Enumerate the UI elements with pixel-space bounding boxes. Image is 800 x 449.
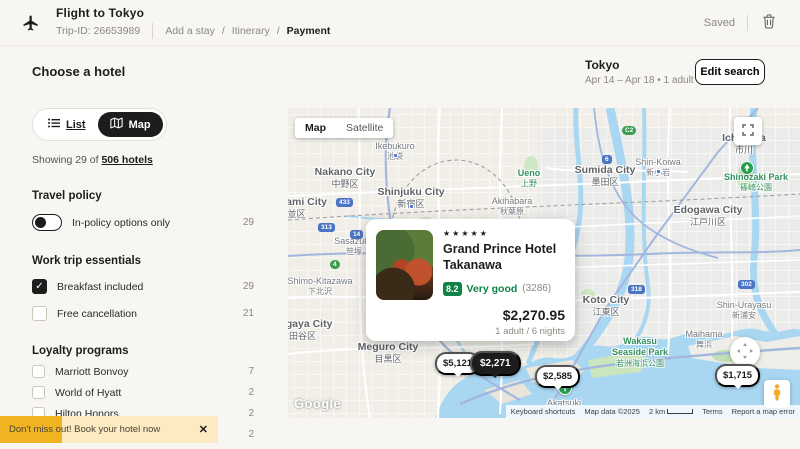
station-marker — [409, 204, 414, 209]
breadcrumb-separator: / — [222, 25, 225, 37]
google-logo: Google — [294, 396, 341, 411]
hotel-price: $2,270.95 — [495, 307, 565, 323]
breadcrumb-separator: / — [277, 25, 280, 37]
park-poi-icon[interactable] — [740, 161, 754, 175]
free-cancellation-checkbox[interactable] — [32, 306, 47, 321]
marriott-filter-row: Marriott Bonvoy 7 — [32, 365, 254, 378]
fullscreen-button[interactable] — [734, 117, 762, 145]
airplane-icon — [20, 12, 42, 34]
map-type-control: Map Satellite — [295, 118, 393, 138]
divider — [152, 23, 153, 39]
destination: Tokyo — [585, 58, 694, 72]
filters-sidebar: List Map Showing 29 of 506 hotels Travel… — [32, 108, 254, 449]
map-data-text: Map data ©2025 — [584, 407, 640, 416]
price-marker-2271-selected[interactable]: $2,271 — [470, 351, 521, 376]
list-icon — [48, 118, 60, 131]
app-window: Flight to Tokyo Trip-ID: 26653989 Add a … — [0, 0, 800, 449]
price-marker-1715[interactable]: $1,715 — [715, 364, 760, 387]
pan-arrows-icon — [736, 342, 754, 363]
in-policy-label: In-policy options only — [72, 217, 243, 229]
breadcrumb: Add a stay / Itinerary / Payment — [165, 25, 330, 37]
keyboard-shortcuts-link[interactable]: Keyboard shortcuts — [511, 407, 576, 416]
trash-icon — [762, 14, 776, 32]
hotel-card[interactable]: ★★★★★ Grand Prince Hotel Takanawa 8.2 Ve… — [366, 219, 575, 341]
map-view-button[interactable]: Map — [98, 112, 163, 137]
station-marker — [393, 153, 398, 158]
free-cancellation-label: Free cancellation — [57, 308, 243, 320]
map-scale: 2 km — [649, 407, 693, 416]
pan-control[interactable] — [730, 337, 760, 367]
dates-summary: Apr 14 – Apr 18 • 1 adult — [585, 75, 694, 86]
results-hotels-link[interactable]: 506 hotels — [101, 154, 152, 166]
rating-text: Very good — [467, 283, 518, 295]
terms-link[interactable]: Terms — [702, 407, 722, 416]
hotel-stars: ★★★★★ — [443, 229, 565, 238]
hotel-price-detail: 1 adult / 6 nights — [495, 326, 565, 337]
hotel-name: Grand Prince Hotel Takanawa — [443, 241, 565, 274]
in-policy-count: 29 — [243, 217, 254, 228]
banner-close-button[interactable]: ✕ — [197, 421, 210, 438]
delete-trip-button[interactable] — [760, 12, 778, 34]
marriott-checkbox[interactable] — [32, 365, 45, 378]
promo-banner: Don't miss out! Book your hotel now ✕ — [0, 416, 218, 443]
marriott-count: 7 — [248, 366, 254, 377]
hyatt-filter-row: World of Hyatt 2 — [32, 386, 254, 399]
close-icon: ✕ — [199, 424, 208, 436]
fullscreen-icon — [742, 124, 754, 139]
list-view-button[interactable]: List — [36, 113, 98, 136]
breakfast-count: 29 — [243, 281, 254, 292]
map-type-satellite-button[interactable]: Satellite — [336, 118, 393, 138]
breadcrumb-payment[interactable]: Payment — [287, 25, 331, 37]
check-icon: ✓ — [35, 281, 43, 292]
hyatt-label: World of Hyatt — [55, 387, 248, 399]
pegman-icon — [772, 384, 782, 405]
loyalty-title: Loyalty programs — [32, 345, 254, 357]
map-type-map-button[interactable]: Map — [295, 118, 336, 138]
view-toggle: List Map — [32, 108, 167, 141]
in-policy-toggle[interactable] — [32, 214, 62, 231]
list-view-label: List — [66, 119, 86, 131]
promo-banner-text: Don't miss out! Book your hotel now — [9, 424, 197, 435]
trip-info: Flight to Tokyo Trip-ID: 26653989 Add a … — [56, 6, 330, 39]
hotel-photo — [376, 230, 433, 300]
search-summary: Tokyo Apr 14 – Apr 18 • 1 adult — [585, 58, 694, 86]
edit-search-button[interactable]: Edit search — [695, 59, 765, 85]
street-view-pegman[interactable] — [764, 380, 790, 408]
in-policy-filter-row: In-policy options only 29 — [32, 214, 254, 231]
trip-title: Flight to Tokyo — [56, 6, 330, 20]
scale-bar — [667, 409, 693, 414]
free-cancellation-filter-row: Free cancellation 21 — [32, 306, 254, 321]
review-count: (3286) — [522, 283, 551, 294]
results-summary: Showing 29 of 506 hotels — [32, 154, 254, 166]
hyatt-checkbox[interactable] — [32, 386, 45, 399]
page-title: Choose a hotel — [32, 64, 125, 79]
breakfast-checkbox[interactable]: ✓ — [32, 279, 47, 294]
breakfast-label: Breakfast included — [57, 281, 243, 293]
map-canvas[interactable]: Ikebukuro池袋 Nakano City中野区 Shinjuku City… — [288, 108, 800, 418]
divider — [747, 15, 748, 31]
breadcrumb-add-a-stay[interactable]: Add a stay — [165, 25, 215, 37]
map-icon — [110, 117, 123, 132]
price-marker-2585[interactable]: $2,585 — [535, 365, 580, 388]
hilton-count: 2 — [248, 408, 254, 419]
station-marker — [656, 169, 661, 174]
hyatt-count: 2 — [248, 387, 254, 398]
results-count-text: Showing 29 of — [32, 154, 101, 166]
travel-policy-title: Travel policy — [32, 190, 254, 202]
map-attribution: Keyboard shortcuts Map data ©2025 2 km T… — [506, 405, 800, 418]
top-bar: Flight to Tokyo Trip-ID: 26653989 Add a … — [0, 0, 800, 46]
free-cancellation-count: 21 — [243, 308, 254, 319]
marriott-label: Marriott Bonvoy — [55, 366, 248, 378]
map-view-label: Map — [129, 119, 151, 131]
work-trip-title: Work trip essentials — [32, 255, 254, 267]
breakfast-filter-row: ✓ Breakfast included 29 — [32, 279, 254, 294]
report-error-link[interactable]: Report a map error — [732, 407, 795, 416]
breadcrumb-itinerary[interactable]: Itinerary — [232, 25, 270, 37]
rating-badge: 8.2 — [443, 282, 462, 296]
toggle-knob — [35, 217, 46, 228]
trip-id: Trip-ID: 26653989 — [56, 25, 140, 37]
ihg-count: 2 — [248, 429, 254, 440]
saved-status: Saved — [704, 17, 735, 29]
